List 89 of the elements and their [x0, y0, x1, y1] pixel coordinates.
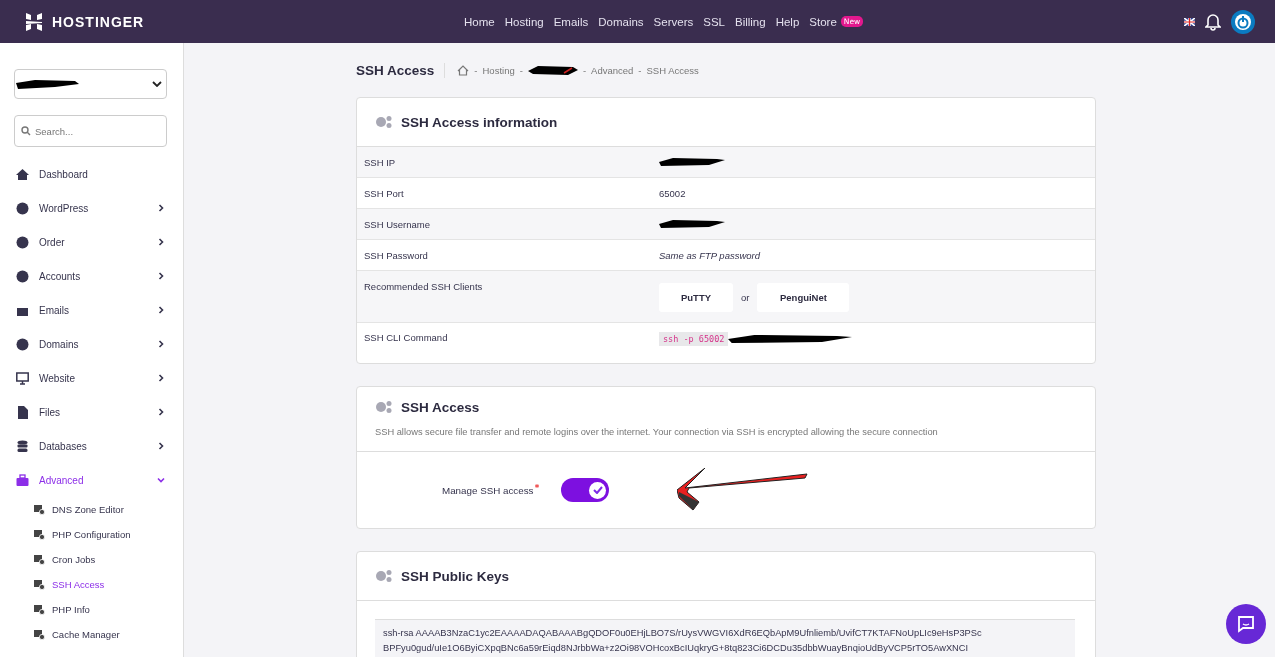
client-button[interactable]: PuTTY [659, 283, 733, 312]
chevron-right-icon [157, 408, 165, 416]
nav-link[interactable]: Help [775, 15, 800, 28]
toggle-label: Manage SSH access [442, 484, 534, 496]
nav-link[interactable]: SSL [703, 15, 725, 28]
sidebar-subitem[interactable]: PHP Info [14, 597, 167, 622]
chat-icon [1237, 615, 1255, 633]
home-icon[interactable] [457, 64, 470, 76]
search-icon [21, 126, 31, 136]
card-title: SSH Access [401, 399, 480, 415]
page-title: SSH Access [356, 62, 446, 78]
nav-link[interactable]: Emails [553, 15, 589, 28]
page-gear-icon [34, 579, 45, 590]
menu-icon [16, 473, 29, 487]
flag-icon[interactable] [1184, 17, 1195, 26]
menu-icon [16, 439, 29, 453]
menu-icon [16, 371, 29, 385]
sidebar-subitem[interactable]: PHP Configuration [14, 522, 167, 547]
breadcrumb-separator: - [474, 64, 478, 76]
sidebar-item[interactable]: Advanced [14, 463, 167, 497]
sidebar-item[interactable]: Order [14, 225, 167, 259]
nav-link[interactable]: Servers [653, 15, 694, 28]
search-field[interactable]: Search... [14, 115, 167, 147]
sidebar-item[interactable]: Files [14, 395, 167, 429]
sidebar-subitem[interactable]: SSH Access [14, 572, 167, 597]
nav-link[interactable]: Store [809, 15, 837, 28]
menu-icon [16, 201, 29, 215]
bell-icon[interactable] [1205, 12, 1221, 31]
toggle-switch[interactable] [561, 478, 610, 502]
nav-link[interactable]: Home [464, 15, 495, 28]
card-description: SSH allows secure file transfer and remote logins over the internet. Your connection via SSH is encrypted allowing the secure connection [375, 427, 939, 437]
logo-icon[interactable] [24, 11, 44, 32]
row-value: 65002 [659, 187, 686, 199]
menu-icon [16, 235, 29, 249]
or-text: or [741, 292, 750, 303]
breadcrumb-separator: - [638, 64, 642, 76]
chat-button[interactable] [1226, 604, 1266, 644]
row-label: SSH IP [363, 156, 397, 168]
chevron-right-icon [157, 272, 165, 280]
chevron-right-icon [157, 442, 165, 450]
row-value: Same as FTP password [659, 249, 761, 261]
breadcrumb-link[interactable]: Hosting [482, 64, 515, 76]
nav-link[interactable]: Hosting [504, 15, 544, 28]
check-icon [593, 486, 603, 494]
chevron-right-icon [157, 374, 165, 382]
sidebar-item[interactable]: WordPress [14, 191, 167, 225]
sidebar-item[interactable]: Accounts [14, 259, 167, 293]
chevron-down-icon [157, 476, 165, 484]
command-code: ssh -p 65002 [659, 332, 729, 346]
chevron-right-icon [157, 238, 165, 246]
chevron-right-icon [157, 204, 165, 212]
row-label: SSH CLI Command [363, 332, 449, 343]
row-label: SSH Username [363, 218, 431, 230]
breadcrumb-separator: - [519, 64, 523, 76]
menu-icon [16, 269, 29, 283]
account-select[interactable] [14, 69, 167, 99]
menu-icon [16, 405, 29, 419]
nav-link[interactable]: Domains [598, 15, 644, 28]
sidebar-subitem[interactable]: Cache Manager [14, 622, 167, 647]
row-label: SSH Port [363, 187, 405, 199]
sidebar-item[interactable]: Website [14, 361, 167, 395]
chevron-down-icon [152, 81, 162, 87]
chevron-right-icon [157, 340, 165, 348]
sidebar-item[interactable]: Domains [14, 327, 167, 361]
breadcrumb-link[interactable]: Advanced [591, 64, 634, 76]
page-gear-icon [34, 604, 45, 615]
sidebar-subitem[interactable]: DNS Zone Editor [14, 497, 167, 522]
page-gear-icon [34, 529, 45, 540]
card-title: SSH Public Keys [401, 568, 510, 584]
page-gear-icon [34, 504, 45, 515]
sidebar-item[interactable]: Emails [14, 293, 167, 327]
page-gear-icon [34, 554, 45, 565]
card-title: SSH Access information [401, 114, 558, 130]
row-label: Recommended SSH Clients [363, 281, 484, 292]
row-label: SSH Password [363, 249, 429, 261]
sidebar-subitem[interactable]: Cron Jobs [14, 547, 167, 572]
client-button[interactable]: PenguiNet [757, 283, 850, 312]
menu-icon [16, 337, 29, 351]
page-gear-icon [34, 629, 45, 640]
public-key-text: ssh-rsa AAAAB3NzaC1yc2EAAAADAQABAAABgQDOF0u0EHjLBO7S/rUysVWGVI6XdR6EQbApM9Ufnliemb/UvifCT7KTAFNoUpLIc9eHsP3PSc BPFyu0gud/uIe1O6ByiCXpqBNc6a59rEiqd8NJrbbWa+z2Oi98VOHcoxBcIUqkryG+8tq823Ci6DCDu35dbbWuayBnqioUdByVCP5rTO5AwXNCI [375, 619, 1075, 657]
nav-link[interactable]: Billing [734, 15, 766, 28]
menu-icon [16, 167, 29, 181]
breadcrumb-separator: - [582, 64, 587, 76]
sidebar-item[interactable]: Dashboard [14, 157, 167, 191]
chevron-right-icon [157, 306, 165, 314]
breadcrumb-link[interactable]: SSH Access [646, 64, 699, 76]
sidebar-item[interactable]: Databases [14, 429, 167, 463]
logo-text[interactable]: HOSTINGER [52, 13, 145, 30]
avatar-icon[interactable] [1231, 9, 1255, 34]
